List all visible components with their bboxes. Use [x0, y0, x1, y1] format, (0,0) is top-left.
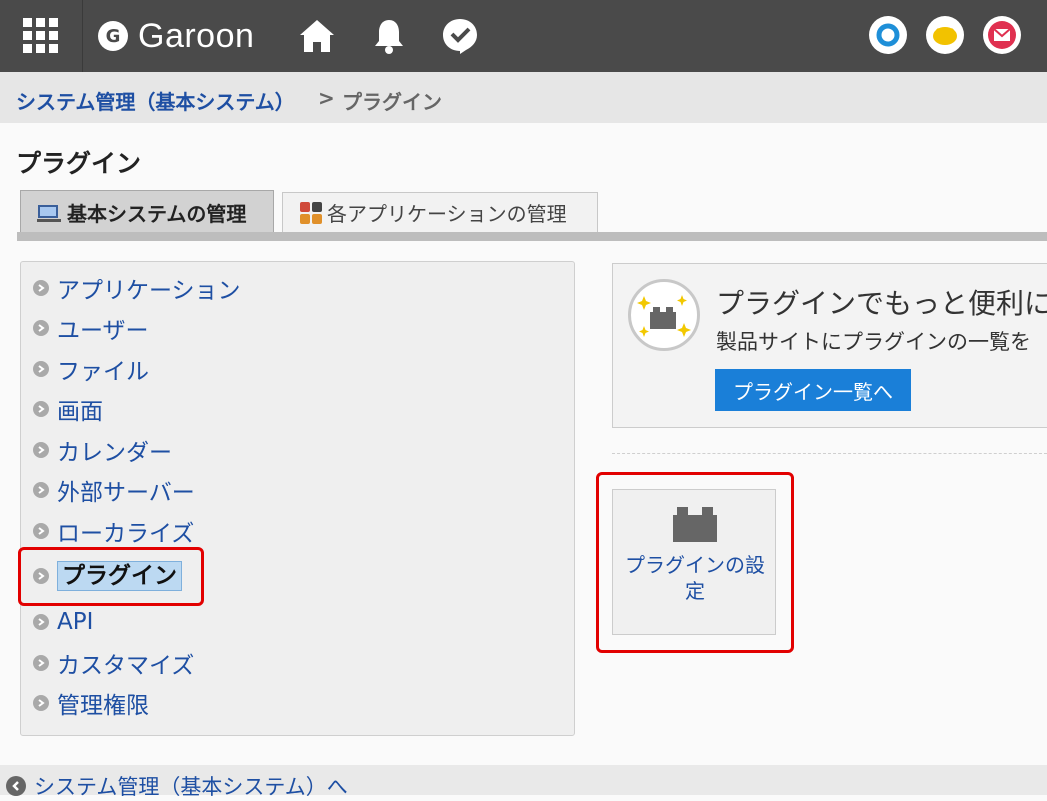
computer-icon — [37, 203, 63, 223]
menu-label: ローカライズ — [57, 521, 195, 547]
tab-basic-system[interactable]: 基本システムの管理 — [20, 190, 274, 234]
menu-item-admin-rights[interactable]: 管理権限 — [33, 688, 149, 719]
logo-mark: G — [98, 21, 128, 51]
mail-icon[interactable] — [983, 16, 1021, 54]
bullet-icon — [33, 442, 49, 458]
menu-item-customize[interactable]: カスタマイズ — [33, 648, 195, 679]
menu-item-applications[interactable]: アプリケーション — [33, 273, 241, 304]
logo-text: Garoon — [138, 16, 255, 55]
breadcrumb-separator: > — [318, 86, 335, 110]
back-to-system-admin-link[interactable]: システム管理（基本システム）へ — [6, 771, 348, 801]
page-title: プラグイン — [16, 149, 142, 178]
bullet-icon — [33, 361, 49, 377]
apps-icon — [299, 201, 323, 225]
message-check-icon[interactable] — [440, 16, 480, 56]
top-bar: G Garoon — [0, 0, 1047, 72]
bullet-icon — [33, 482, 49, 498]
bullet-icon — [33, 523, 49, 539]
promo-title: プラグインでもっと便利にG — [716, 287, 1047, 320]
breadcrumb: システム管理（基本システム） > プラグイン — [0, 72, 1047, 123]
divider — [612, 453, 1047, 454]
chevron-left-icon — [6, 776, 26, 796]
menu-label: 画面 — [57, 399, 103, 425]
tab-label: 基本システムの管理 — [67, 202, 247, 226]
bullet-icon — [33, 655, 49, 671]
menu-item-api[interactable]: API — [33, 607, 93, 637]
app-menu-grid-icon[interactable] — [0, 0, 83, 72]
menu-item-users[interactable]: ユーザー — [33, 313, 149, 344]
menu-item-localize[interactable]: ローカライズ — [33, 516, 195, 547]
menu-item-calendar[interactable]: カレンダー — [33, 435, 172, 466]
menu-item-screen[interactable]: 画面 — [33, 394, 103, 425]
footer-bar: システム管理（基本システム）へ — [0, 765, 1047, 799]
highlight-box-menu — [18, 547, 204, 606]
menu-label: 外部サーバー — [57, 480, 195, 506]
bullet-icon — [33, 280, 49, 296]
menu-label: ユーザー — [57, 318, 149, 344]
menu-label: API — [57, 609, 94, 635]
menu-item-files[interactable]: ファイル — [33, 354, 149, 385]
presence-status-icon[interactable] — [869, 16, 907, 54]
menu-label: ファイル — [57, 359, 149, 385]
breadcrumb-link-system-admin[interactable]: システム管理（基本システム） — [16, 86, 295, 115]
tab-applications[interactable]: 各アプリケーションの管理 — [282, 192, 598, 232]
tabs-divider — [17, 232, 1047, 241]
breadcrumb-current: プラグイン — [342, 90, 442, 114]
plugin-sparkle-icon — [628, 279, 700, 351]
tab-label: 各アプリケーションの管理 — [327, 202, 567, 226]
user-avatar-icon[interactable] — [926, 16, 964, 54]
promo-text: 製品サイトにプラグインの一覧を — [716, 330, 1031, 354]
menu-label: カレンダー — [57, 440, 172, 466]
plugin-list-button[interactable]: プラグイン一覧へ — [715, 369, 911, 411]
bullet-icon — [33, 695, 49, 711]
garoon-logo[interactable]: G Garoon — [98, 16, 255, 55]
plugin-promo-panel: プラグインでもっと便利にG 製品サイトにプラグインの一覧を プラグイン一覧へ — [612, 263, 1047, 428]
back-link-label: システム管理（基本システム）へ — [34, 775, 348, 799]
bullet-icon — [33, 320, 49, 336]
menu-label: カスタマイズ — [57, 653, 195, 679]
highlight-box-tile — [596, 472, 794, 653]
bullet-icon — [33, 614, 49, 630]
menu-item-external-server[interactable]: 外部サーバー — [33, 475, 195, 506]
menu-label: アプリケーション — [57, 278, 241, 304]
menu-label: 管理権限 — [57, 693, 149, 719]
bell-icon[interactable] — [369, 16, 409, 56]
admin-menu: アプリケーション ユーザー ファイル 画面 カレンダー 外部サーバー ローカライ… — [20, 261, 575, 736]
home-icon[interactable] — [297, 16, 337, 56]
bullet-icon — [33, 401, 49, 417]
